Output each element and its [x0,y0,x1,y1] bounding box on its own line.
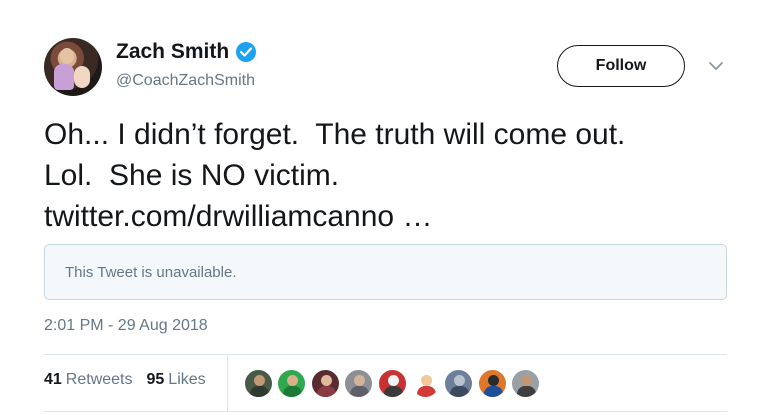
avatar-head [354,375,366,386]
avatar-head [487,375,499,386]
tweet-text: Oh... I didn’t forget. The truth will co… [44,114,764,237]
follow-button[interactable]: Follow [557,45,685,87]
avatar-body [350,386,370,397]
author-handle[interactable]: @CoachZachSmith [116,72,255,90]
liker-avatar-8[interactable] [477,369,507,398]
avatar-head [420,375,432,386]
verified-badge-icon [236,42,257,62]
avatar-head [521,375,533,386]
avatar-body [383,386,403,397]
avatar-head [287,375,299,386]
tweet-text-line: Lol. She is NO victim. [44,159,340,192]
chevron-down-icon[interactable] [708,60,724,72]
avatar-figure [60,48,74,64]
avatar-body [416,386,436,397]
tweet-timestamp[interactable]: 2:01 PM - 29 Aug 2018 [44,317,208,335]
liker-avatar-3[interactable] [310,369,340,398]
likes-label: Likes [168,371,206,388]
avatar-body [517,386,537,397]
likes-count: 95 [146,371,165,388]
avatar-head [320,375,332,386]
avatar-body [316,386,336,397]
liker-avatar-1[interactable] [244,369,273,398]
author-name-row: Zach Smith [116,40,257,64]
quoted-tweet-unavailable: This Tweet is unavailable. [44,244,727,300]
liker-avatar-5[interactable] [377,369,407,398]
liker-avatar-6[interactable] [410,369,440,398]
liker-avatar-2[interactable] [277,369,307,398]
avatar-body [483,386,503,397]
avatar-body [450,386,470,397]
liker-avatar-4[interactable] [344,369,374,398]
avatar-figure [54,64,74,90]
avatar[interactable] [44,38,102,96]
avatar-body [250,386,269,397]
divider [44,354,727,355]
divider [227,355,228,411]
retweets-label: Retweets [65,371,133,388]
avatar-head [387,375,399,386]
liker-avatar-7[interactable] [444,369,474,398]
liker-avatar-9[interactable] [511,369,541,398]
retweets-stat[interactable]: 41 Retweets [44,371,133,389]
avatar-head [254,375,265,386]
retweets-count: 41 [44,371,62,388]
tweet-text-line: Oh... I didn’t forget. The truth will co… [44,118,626,151]
tweet-stats: 41 Retweets 95 Likes [44,371,220,389]
avatar-figure [74,66,90,88]
author-name[interactable]: Zach Smith [116,40,229,64]
avatar-head [454,375,466,386]
avatar-body [283,386,303,397]
divider [44,411,727,412]
checkmark-icon [240,47,253,57]
tweet-link[interactable]: twitter.com/drwilliamcanno … [44,196,764,237]
likes-stat[interactable]: 95 Likes [147,371,206,389]
liker-avatars [244,369,545,398]
